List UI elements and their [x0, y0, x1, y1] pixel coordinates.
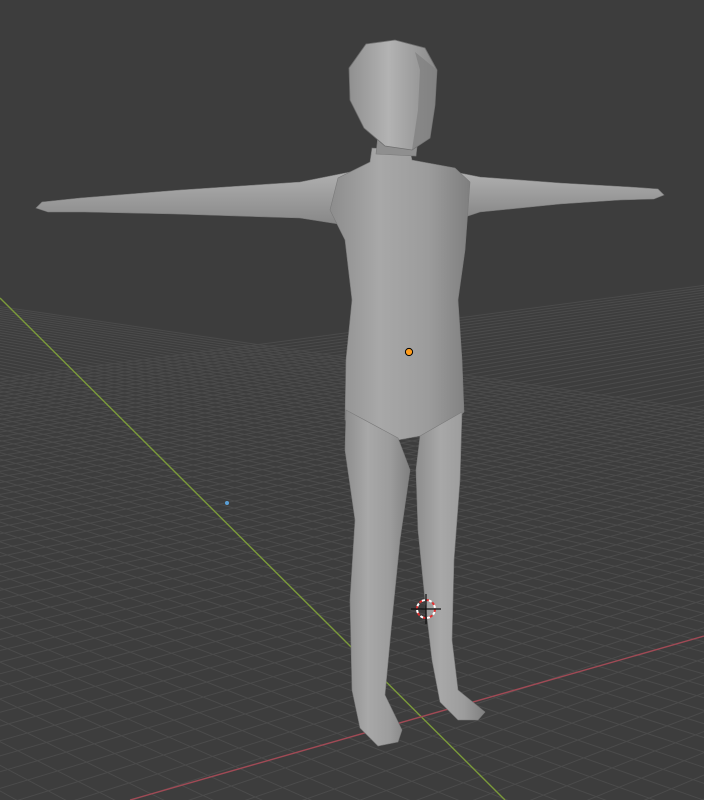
object-origin-dot[interactable]	[404, 347, 414, 357]
3d-viewport[interactable]	[0, 0, 704, 800]
light-point-dot[interactable]	[225, 501, 229, 505]
viewport-scene[interactable]	[0, 0, 704, 800]
torso[interactable]	[329, 147, 471, 441]
